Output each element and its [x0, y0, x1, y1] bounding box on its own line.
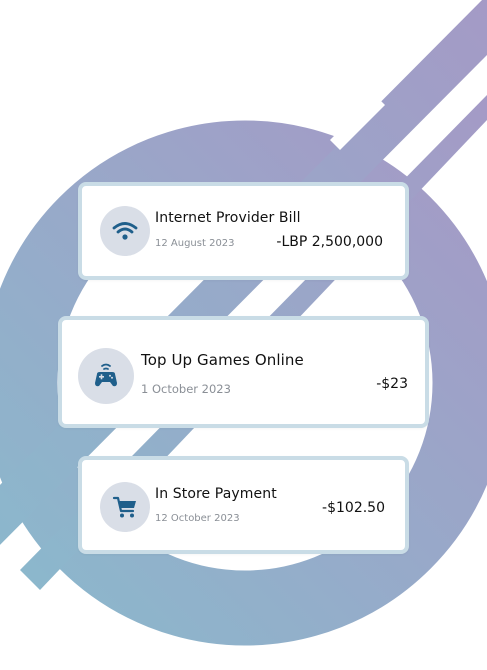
transaction-icon-badge [78, 348, 134, 404]
transaction-title: Internet Provider Bill [155, 210, 301, 226]
transaction-showcase: Internet Provider Bill 12 August 2023 -L… [0, 0, 487, 670]
transaction-icon-badge [100, 206, 150, 256]
shopping-cart-icon [112, 496, 136, 518]
transaction-title: Top Up Games Online [141, 351, 304, 369]
transaction-amount: -$23 [376, 376, 408, 392]
transaction-amount: -LBP 2,500,000 [276, 234, 383, 250]
transaction-date: 1 October 2023 [141, 382, 231, 396]
transaction-icon-badge [100, 482, 150, 532]
transaction-card[interactable]: In Store Payment 12 October 2023 -$102.5… [78, 456, 409, 554]
transaction-card[interactable]: Internet Provider Bill 12 August 2023 -L… [78, 182, 409, 280]
transaction-title: In Store Payment [155, 486, 277, 502]
transaction-amount: -$102.50 [322, 500, 385, 516]
gamepad-icon [95, 363, 117, 387]
transaction-card[interactable]: Top Up Games Online 1 October 2023 -$23 [58, 316, 429, 428]
transaction-date: 12 August 2023 [155, 238, 235, 249]
transaction-date: 12 October 2023 [155, 513, 240, 524]
wifi-icon [112, 222, 138, 240]
